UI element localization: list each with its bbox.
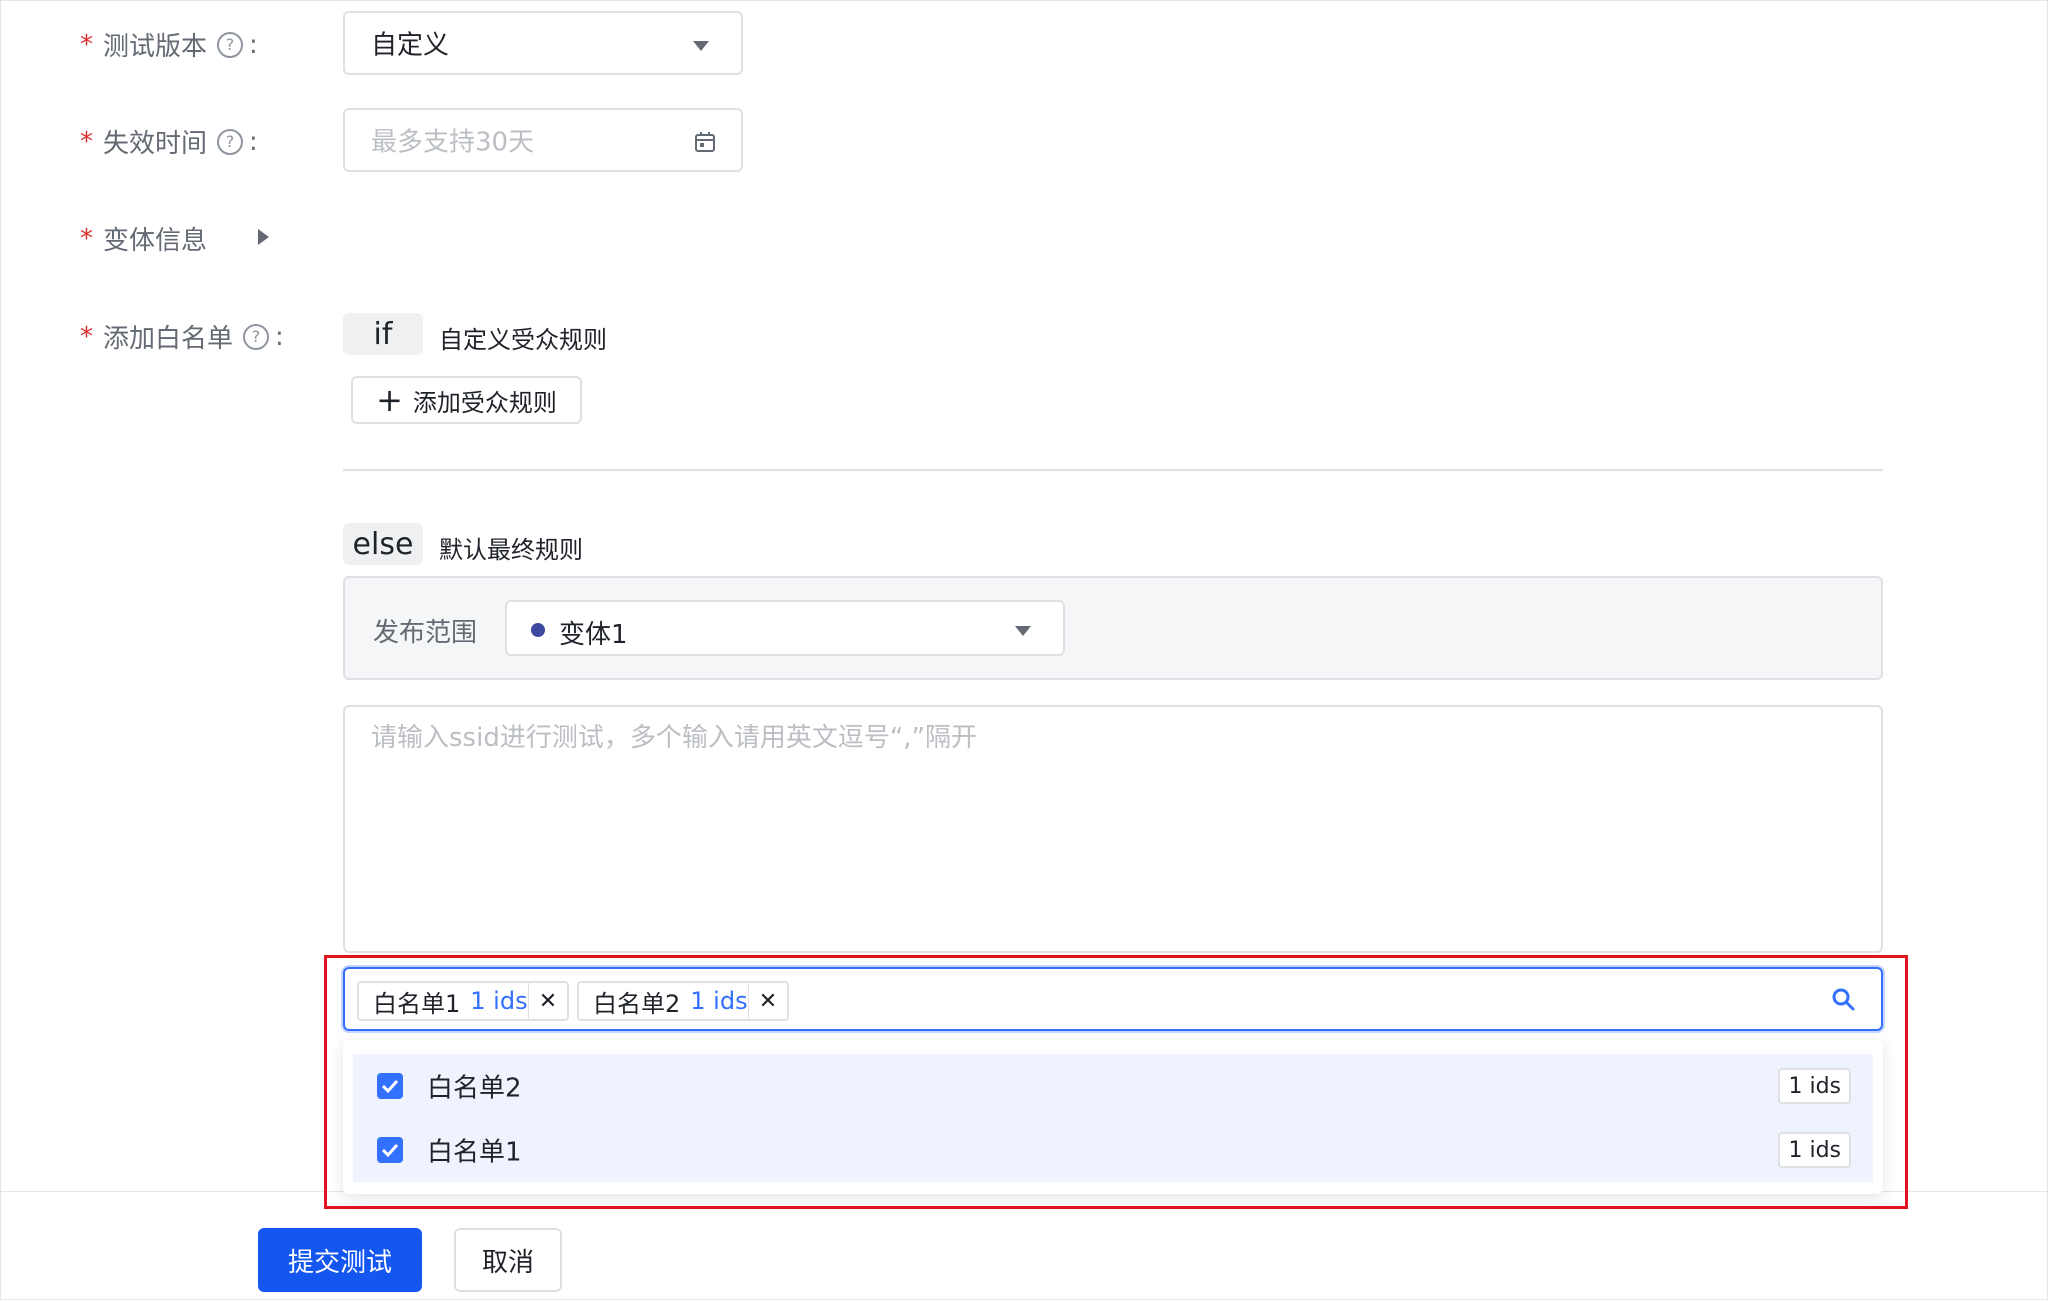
expand-arrow-icon[interactable] — [256, 228, 270, 250]
else-rule-description: 默认最终规则 — [439, 536, 583, 564]
chevron-down-icon — [693, 41, 709, 51]
whitelist-dropdown: 白名单2 1 ids 白名单1 1 ids — [343, 1040, 1883, 1194]
search-icon[interactable] — [1831, 987, 1855, 1015]
cancel-button[interactable]: 取消 — [454, 1228, 562, 1292]
if-rule-description: 自定义受众规则 — [439, 326, 607, 354]
close-icon[interactable]: ✕ — [528, 983, 567, 1019]
ssid-textarea[interactable]: 请输入ssid进行测试，多个输入请用英文逗号“,”隔开 — [343, 705, 1883, 953]
list-item[interactable]: 白名单2 1 ids — [353, 1054, 1873, 1118]
if-keyword: if — [343, 313, 423, 355]
publish-scope-select[interactable]: 变体1 — [505, 600, 1065, 656]
publish-scope-label: 发布范围 — [373, 618, 478, 648]
help-icon[interactable]: ? — [243, 323, 270, 350]
test-version-select[interactable]: 自定义 — [343, 11, 743, 75]
whitelist-label: * 添加白名单 ? : — [80, 321, 284, 355]
whitelist-multiselect[interactable]: 白名单1 1 ids ✕ 白名单2 1 ids ✕ — [343, 967, 1883, 1031]
calendar-icon[interactable] — [693, 130, 717, 158]
list-item[interactable]: 白名单1 1 ids — [353, 1118, 1873, 1182]
count-badge: 1 ids — [1778, 1132, 1851, 1168]
required-mark: * — [80, 321, 93, 352]
else-keyword: else — [343, 523, 423, 565]
add-audience-rule-button[interactable]: + 添加受众规则 — [351, 376, 582, 424]
plus-icon: + — [376, 381, 403, 419]
selected-tag: 白名单1 1 ids ✕ — [357, 981, 569, 1021]
checkbox-checked-icon[interactable] — [377, 1137, 403, 1163]
chevron-down-icon — [1015, 626, 1031, 636]
required-mark: * — [80, 29, 93, 60]
variant-dot — [531, 623, 545, 637]
help-icon[interactable]: ? — [217, 31, 244, 58]
expire-time-input[interactable]: 最多支持30天 — [343, 108, 743, 172]
test-version-label: * 测试版本 ? : — [80, 29, 258, 63]
publish-scope-panel: 发布范围 变体1 — [343, 576, 1883, 680]
divider — [343, 469, 1883, 471]
checkbox-checked-icon[interactable] — [377, 1073, 403, 1099]
variant-info-label: * 变体信息 — [80, 223, 208, 257]
selected-tag: 白名单2 1 ids ✕ — [577, 981, 789, 1021]
help-icon[interactable]: ? — [217, 128, 244, 155]
submit-test-button[interactable]: 提交测试 — [258, 1228, 422, 1292]
expire-time-label: * 失效时间 ? : — [80, 126, 258, 160]
close-icon[interactable]: ✕ — [748, 983, 787, 1019]
required-mark: * — [80, 223, 93, 254]
required-mark: * — [80, 126, 93, 157]
count-badge: 1 ids — [1778, 1068, 1851, 1104]
